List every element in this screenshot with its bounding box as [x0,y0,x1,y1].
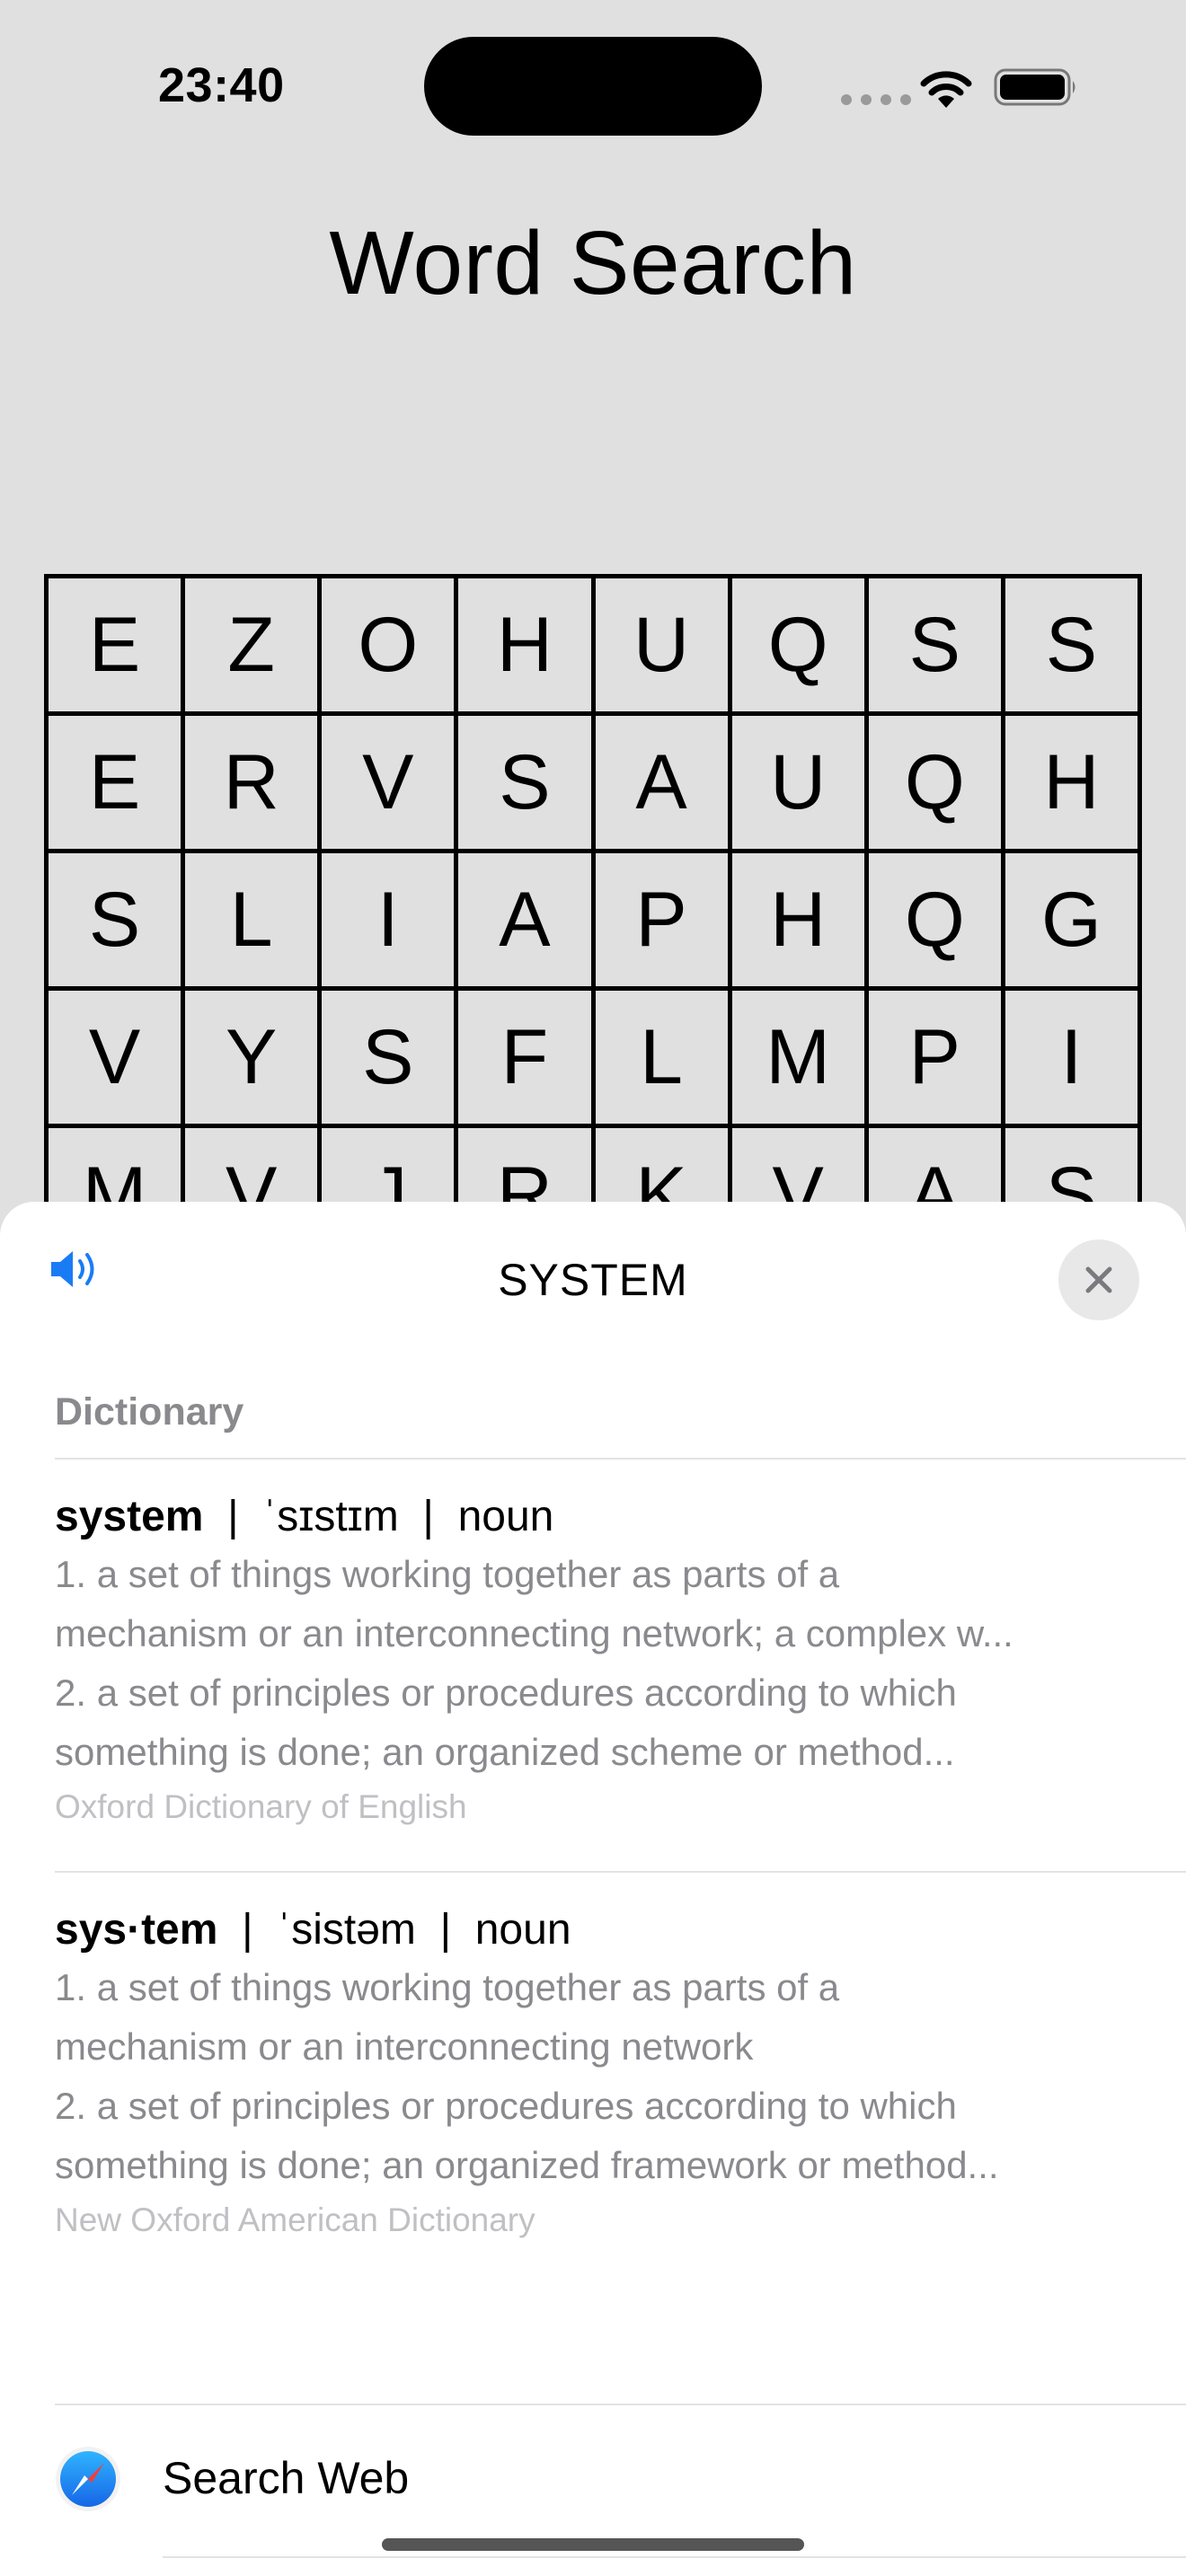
grid-cell[interactable]: R [185,716,323,853]
dictionary-entry-noad[interactable]: sys·tem | ˈsistəm | noun 1. a set of thi… [55,1902,1133,2245]
entry-source: Oxford Dictionary of English [55,1788,467,1825]
dynamic-island [424,37,762,136]
grid-cell[interactable]: S [1005,578,1142,716]
grid-cell[interactable]: A [595,716,732,853]
grid-cell[interactable]: Y [185,991,323,1128]
entry-definition-line: mechanism or an interconnecting network [55,2025,754,2068]
entry-definition-line: something is done; an organized framewor… [55,2144,999,2186]
grid-cell[interactable]: S [458,716,596,853]
grid-cell[interactable]: E [49,716,186,853]
grid-cell[interactable]: L [185,853,323,991]
grid-cell[interactable]: H [458,578,596,716]
grid-cell[interactable]: M [731,991,869,1128]
grid-cell[interactable]: A [458,853,596,991]
grid-cell[interactable]: O [322,578,459,716]
grid-cell[interactable]: P [595,853,732,991]
grid-cell[interactable]: H [731,853,869,991]
home-indicator[interactable] [382,2538,804,2551]
section-header-dictionary: Dictionary [55,1390,244,1434]
grid-cell[interactable]: F [458,991,596,1128]
signal-dots-icon [841,94,911,105]
grid-cell[interactable]: S [868,578,1005,716]
entry-headword: system [55,1493,204,1540]
entry-definition-line: 1. a set of things working together as p… [55,1553,840,1595]
grid-cell[interactable]: H [1005,716,1142,853]
grid-cell[interactable]: Q [868,716,1005,853]
grid-cell[interactable]: U [731,716,869,853]
grid-cell[interactable]: Q [868,853,1005,991]
entry-heading: sys·tem | ˈsistəm | noun [55,1906,571,1954]
grid-cell[interactable]: S [49,853,186,991]
entry-pronunciation: ˈsistəm [277,1906,416,1954]
grid-cell[interactable]: Z [185,578,323,716]
grid-cell[interactable]: V [322,716,459,853]
battery-icon [994,68,1075,106]
page-title: Word Search [329,213,857,313]
lookup-title: SYSTEM [498,1255,688,1305]
grid-cell[interactable]: G [1005,853,1142,991]
entry-part-of-speech: noun [474,1906,571,1954]
divider [163,2556,1186,2558]
word-search-grid[interactable]: EZOHUQSSERVSAUQHSLIAPHQGVYSFLMPIMVJRKVAS [44,574,1142,1266]
divider [55,2404,1186,2405]
wifi-icon [920,71,972,108]
close-icon [1085,1266,1112,1293]
entry-definition-line: 1. a set of things working together as p… [55,1966,840,2008]
entry-definition-line: something is done; an organized scheme o… [55,1731,955,1773]
grid-cell[interactable]: E [49,578,186,716]
entry-heading: system | ˈsɪstɪm | noun [55,1493,554,1540]
entry-definition-line: 2. a set of principles or procedures acc… [55,2085,957,2127]
divider [55,1458,1186,1460]
grid-cell[interactable]: L [595,991,732,1128]
entry-pronunciation: ˈsɪstɪm [262,1493,399,1540]
entry-headword: sys·tem [55,1906,218,1954]
entry-source: New Oxford American Dictionary [55,2201,535,2238]
grid-cell[interactable]: Q [731,578,869,716]
dictionary-entry-oxford[interactable]: system | ˈsɪstɪm | noun 1. a set of thin… [55,1489,1133,1832]
entry-part-of-speech: noun [457,1493,554,1540]
close-button[interactable] [1058,1239,1139,1320]
search-web-button[interactable]: Search Web [163,2452,409,2504]
grid-cell[interactable]: V [49,991,186,1128]
entry-definition-line: 2. a set of principles or procedures acc… [55,1672,957,1714]
grid-cell[interactable]: S [322,991,459,1128]
grid-cell[interactable]: U [595,578,732,716]
dictionary-sheet: SYSTEM Dictionary system | ˈsɪstɪm | nou… [0,1202,1186,2576]
status-time: 23:40 [158,58,285,112]
grid-cell[interactable]: I [1005,991,1142,1128]
safari-icon [56,2447,120,2511]
grid-cell[interactable]: P [868,991,1005,1128]
entry-definition-line: mechanism or an interconnecting network;… [55,1612,1013,1654]
grid-cell[interactable]: I [322,853,459,991]
divider [55,1871,1186,1873]
